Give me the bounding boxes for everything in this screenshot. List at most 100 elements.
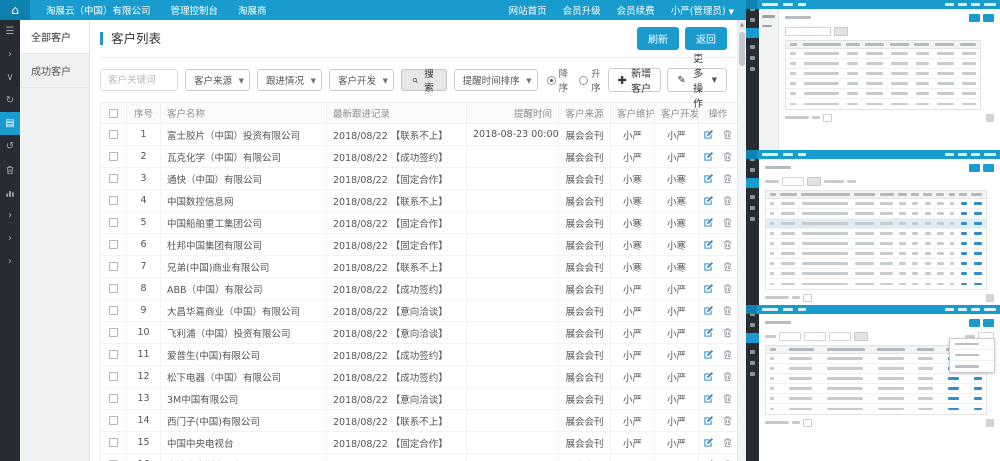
home-button[interactable]: ⌂ [0,0,30,20]
row-checkbox-cell [101,388,127,410]
edit-icon[interactable] [703,305,714,316]
nav-company[interactable]: 淘展云（中国）有限公司 [46,3,151,17]
delete-icon[interactable] [722,371,733,382]
delete-icon[interactable] [722,437,733,448]
customer-developer: 小严 [655,278,699,300]
delete-icon[interactable] [722,393,733,404]
row-checkbox[interactable] [109,328,118,337]
delete-icon[interactable] [722,327,733,338]
edit-icon[interactable] [703,371,714,382]
sidebar-chevron-right-icon[interactable]: › [0,250,20,273]
nav-site-home[interactable]: 网站首页 [509,3,547,17]
edit-icon[interactable] [703,195,714,206]
row-checkbox[interactable] [109,394,118,403]
followup-select[interactable]: 跟进情况▼ [257,69,322,91]
row-checkbox[interactable] [109,240,118,249]
edit-icon[interactable] [703,415,714,426]
customer-developer: 小严 [655,454,699,461]
sidebar-chevron-right-icon[interactable]: › [0,43,20,66]
row-checkbox[interactable] [109,218,118,227]
source-select[interactable]: 客户来源▼ [185,69,250,91]
sidebar-trash-icon[interactable] [0,158,20,181]
edit-icon[interactable] [703,173,714,184]
scrollbar-thumb[interactable] [739,32,745,66]
reminder-cell [467,388,559,410]
sidebar-item-all-customers[interactable]: 全部客户 [20,20,89,54]
delete-icon[interactable] [722,261,733,272]
edit-icon[interactable] [703,151,714,162]
back-button[interactable]: 返回 [685,27,727,50]
edit-icon[interactable] [703,349,714,360]
sidebar-chevron-right-icon[interactable]: › [0,227,20,250]
delete-icon[interactable] [722,283,733,294]
row-checkbox[interactable] [109,438,118,447]
nav-taozhanshang[interactable]: 淘展商 [238,3,267,17]
delete-icon[interactable] [722,173,733,184]
search-button[interactable]: 搜索 [401,69,447,91]
row-checkbox[interactable] [109,262,118,271]
nav-member-upgrade[interactable]: 会员升级 [563,3,601,17]
edit-icon[interactable] [703,129,714,140]
sidebar-chevron-down-icon[interactable]: ∨ [0,66,20,89]
delete-icon[interactable] [722,305,733,316]
edit-icon[interactable] [703,437,714,448]
edit-icon[interactable] [703,283,714,294]
latest-followup-record: 2018/08/22 【联系不上】 [327,410,467,432]
row-number: 6 [127,234,161,256]
refresh-button[interactable]: 刷新 [637,27,679,50]
delete-icon[interactable] [722,415,733,426]
row-checkbox[interactable] [109,284,118,293]
sidebar-refresh-icon[interactable]: ↻ [0,89,20,112]
row-checkbox[interactable] [109,306,118,315]
row-checkbox[interactable] [109,416,118,425]
customer-developer: 小严 [655,300,699,322]
latest-followup-record: 2018/08/22 【意向洽谈】 [327,322,467,344]
customer-maintainer: 小寒 [611,212,655,234]
main-scrollbar[interactable]: ▲ [737,20,746,461]
edit-icon[interactable] [703,261,714,272]
sidebar-chevron-right-icon[interactable]: › [0,204,20,227]
edit-icon[interactable] [703,217,714,228]
edit-icon[interactable] [703,327,714,338]
row-checkbox[interactable] [109,174,118,183]
delete-icon[interactable] [722,129,733,140]
table-row: 8ABB（中国）有限公司2018/08/22 【成功签约】展会会刊小严小严 [101,278,738,300]
reminder-cell [467,190,559,212]
select-all-checkbox[interactable] [109,109,118,118]
user-menu[interactable]: 小严(管理员)▼ [671,3,734,17]
row-checkbox[interactable] [109,372,118,381]
nav-admin-console[interactable]: 管理控制台 [171,3,219,17]
sidebar-item-success-customers[interactable]: 成功客户 [20,54,89,88]
row-number: 13 [127,388,161,410]
more-actions-button[interactable]: ✎更多操作▼ [667,68,727,92]
sort-select[interactable]: 提醒时间排序▼ [454,69,538,91]
delete-icon[interactable] [722,239,733,250]
edit-icon[interactable] [703,393,714,404]
developer-select[interactable]: 客户开发▼ [329,69,394,91]
row-checkbox[interactable] [109,196,118,205]
keyword-input[interactable] [100,69,178,91]
row-checkbox[interactable] [109,350,118,359]
scroll-up-icon[interactable]: ▲ [738,20,746,30]
delete-icon[interactable] [722,151,733,162]
delete-icon[interactable] [722,217,733,228]
row-checkbox[interactable] [109,152,118,161]
sidebar-history-icon[interactable]: ↺ [0,135,20,158]
sidebar-menu-icon[interactable]: ☰ [0,20,20,43]
sidebar-table-icon[interactable]: ▤ [0,112,20,135]
row-checkbox[interactable] [109,130,118,139]
row-number: 9 [127,300,161,322]
delete-icon[interactable] [722,195,733,206]
add-customer-button[interactable]: ✚新增客户 [608,68,662,92]
customer-name: ABB（中国）有限公司 [161,278,327,300]
delete-icon[interactable] [722,349,733,360]
row-checkbox-cell [101,190,127,212]
sort-asc-radio[interactable]: 升序 [579,66,601,94]
nav-member-renew[interactable]: 会员续费 [617,3,655,17]
sort-desc-radio[interactable]: 降序 [547,66,569,94]
sidebar-chart-icon[interactable] [0,181,20,204]
operations-cell [699,344,738,366]
preview-icon [750,323,755,327]
edit-icon[interactable] [703,239,714,250]
customer-name: 3M中国有限公司 [161,388,327,410]
